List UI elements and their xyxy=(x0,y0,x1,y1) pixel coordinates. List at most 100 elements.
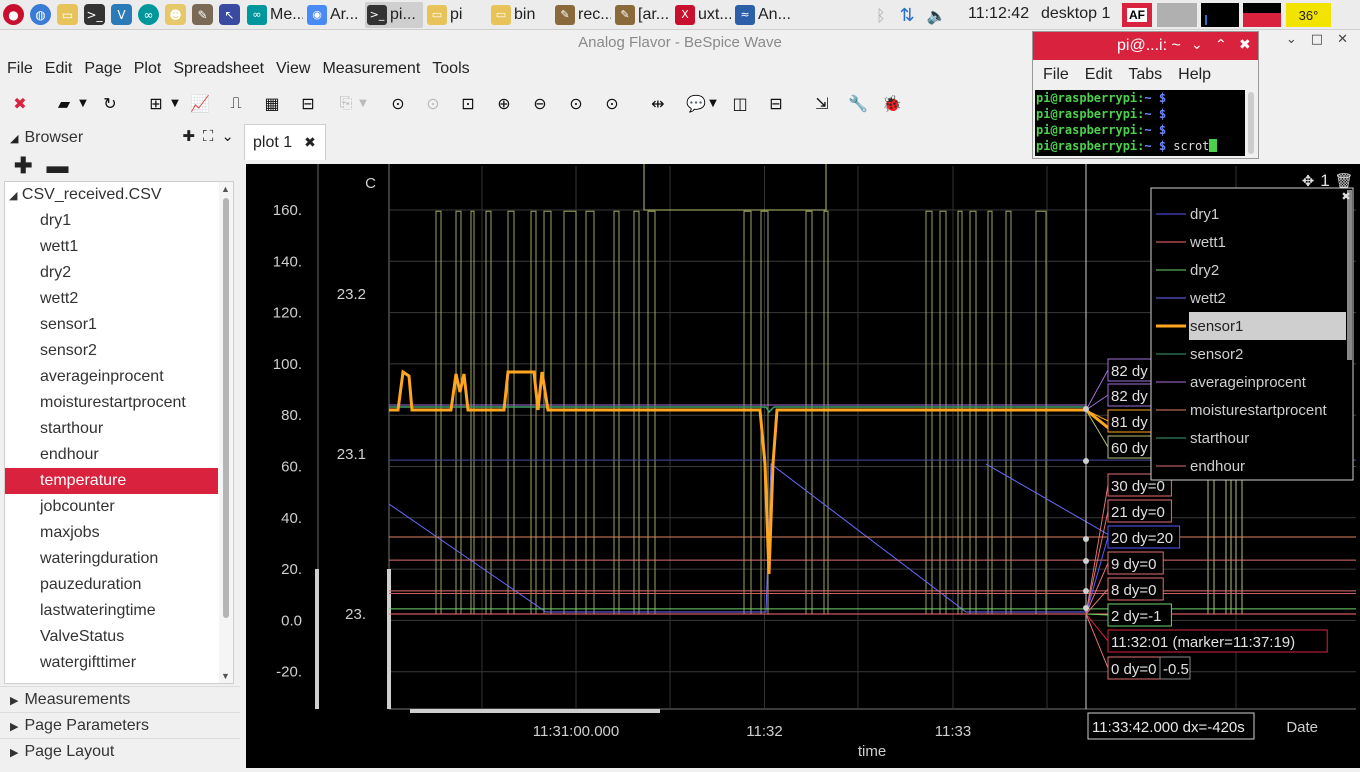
section-page-parameters[interactable]: ▶ Page Parameters xyxy=(0,712,240,738)
add-plot-icon[interactable]: ⊞ xyxy=(144,92,168,114)
fit-width-icon[interactable]: ⇹ xyxy=(646,92,670,114)
menu-spreadsheet[interactable]: Spreadsheet xyxy=(167,56,270,82)
tree-item-wett1[interactable]: wett1 xyxy=(5,234,218,260)
taskbar-task[interactable]: ▭ pi xyxy=(425,2,487,28)
dropdown-icon[interactable]: ▼ xyxy=(76,92,90,114)
screenshot-launcher[interactable]: ↖ xyxy=(217,2,242,28)
comment-icon[interactable]: 💬 xyxy=(684,92,708,114)
tree-item-endhour[interactable]: endhour xyxy=(5,442,218,468)
line-chart-icon[interactable]: 📈 xyxy=(188,92,212,114)
dropdown-icon[interactable]: ▼ xyxy=(706,92,720,114)
menu-page[interactable]: Page xyxy=(78,56,127,82)
pin-icon[interactable]: ✚ xyxy=(182,127,195,145)
reload-icon[interactable]: ↻ xyxy=(98,92,122,114)
tree-item-wateringduration[interactable]: wateringduration xyxy=(5,546,218,572)
menu-tools[interactable]: Tools xyxy=(426,56,475,82)
zoom-lock-icon[interactable]: ⊡ xyxy=(456,92,480,114)
export-icon[interactable]: ⇲ xyxy=(810,92,834,114)
terminal-launcher[interactable]: >_ xyxy=(82,2,107,28)
tree-item-watergifttimer[interactable]: watergifttimer xyxy=(5,650,218,676)
dropdown-icon[interactable]: ▼ xyxy=(168,92,182,114)
arduino-launcher[interactable]: ∞ xyxy=(136,2,161,28)
open-file-icon[interactable]: ▰ xyxy=(52,92,76,114)
tree-item-wett2[interactable]: wett2 xyxy=(5,286,218,312)
wrench-icon[interactable]: 🔧 xyxy=(846,92,870,114)
menu-plot[interactable]: Plot xyxy=(128,56,168,82)
plot-svg[interactable]: 160. 140. 120. 100. 80. 60. 40. 20. 0.0 -20. 23.2 2… xyxy=(246,164,1360,768)
clock[interactable]: 11:12:42 xyxy=(968,5,1029,23)
taskbar-task[interactable]: Xuxt... xyxy=(673,2,731,28)
collapse-icon[interactable]: ◢ xyxy=(10,132,18,145)
collapse-icon[interactable]: ◢ xyxy=(9,189,17,202)
desktop-switcher[interactable]: desktop 1 xyxy=(1041,5,1110,23)
close-tab-icon[interactable]: ✖ xyxy=(304,135,316,151)
step-chart-icon[interactable]: ⎍ xyxy=(224,92,248,114)
raspberry-menu-button[interactable]: ● xyxy=(1,2,26,28)
scroll-down-icon[interactable]: ▼ xyxy=(221,671,230,681)
taskbar-task[interactable]: ✎ rec... xyxy=(553,2,611,28)
taskbar-task[interactable]: ≈ An... xyxy=(733,2,791,28)
bar-chart-icon[interactable]: ▦ xyxy=(260,92,284,114)
taskbar-task[interactable]: ✎ [ar... xyxy=(613,2,671,28)
maximize-icon[interactable]: ⌃ xyxy=(1215,37,1227,53)
minimize-icon[interactable]: ⌄ xyxy=(1286,32,1297,47)
close-icon[interactable]: ✕ xyxy=(1337,32,1348,47)
terminal-menu-edit[interactable]: Edit xyxy=(1085,66,1113,84)
menu-measurement[interactable]: Measurement xyxy=(316,56,426,82)
terminal-menu-help[interactable]: Help xyxy=(1178,66,1211,84)
volume-icon[interactable]: 🔈 xyxy=(927,6,947,25)
files-launcher[interactable]: ▭ xyxy=(55,2,80,28)
zoom-in-icon[interactable]: ⊕ xyxy=(492,92,516,114)
browser-launcher[interactable]: ◍ xyxy=(28,2,53,28)
terminal-menu-tabs[interactable]: Tabs xyxy=(1128,66,1162,84)
table-icon[interactable]: ⊟ xyxy=(296,92,320,114)
af-badge[interactable]: AF xyxy=(1122,3,1152,27)
minimize-icon[interactable]: ⌄ xyxy=(1191,37,1203,53)
bug-icon[interactable]: 🐞 xyxy=(880,92,904,114)
tree-item-valvestatus[interactable]: ValveStatus xyxy=(5,624,218,650)
tree-item-dry1[interactable]: dry1 xyxy=(5,208,218,234)
terminal-menu-file[interactable]: File xyxy=(1043,66,1069,84)
tree-item-averageinprocent[interactable]: averageinprocent xyxy=(5,364,218,390)
taskbar-task[interactable]: ◉ Ar... xyxy=(305,2,363,28)
zoom-x-icon[interactable]: ⊙ xyxy=(564,92,588,114)
expand-icon[interactable]: ▶ xyxy=(10,747,18,759)
tree-item-lastwateringtime[interactable]: lastwateringtime xyxy=(5,598,218,624)
tree-item-pauzeduration[interactable]: pauzeduration xyxy=(5,572,218,598)
menu-edit[interactable]: Edit xyxy=(39,56,79,82)
zoom-out-icon[interactable]: ⊖ xyxy=(528,92,552,114)
scroll-up-icon[interactable]: ▲ xyxy=(221,184,230,194)
tree-item-jobcounter[interactable]: jobcounter xyxy=(5,494,218,520)
mascot-launcher[interactable]: ☻ xyxy=(163,2,188,28)
network-icon[interactable]: ⇅ xyxy=(900,5,915,26)
terminal-scrollbar[interactable] xyxy=(1248,92,1254,154)
tree-root[interactable]: ◢ CSV_received.CSV xyxy=(5,182,233,208)
tree-item-maxjobs[interactable]: maxjobs xyxy=(5,520,218,546)
maximize-icon[interactable]: □ xyxy=(1311,32,1323,47)
tree-item-starthour[interactable]: starthour xyxy=(5,416,218,442)
section-page-layout[interactable]: ▶ Page Layout xyxy=(0,738,240,764)
terminal-titlebar[interactable]: pi@...i: ~ ⌄ ⌃ ✖ xyxy=(1033,32,1258,60)
remove-icon[interactable]: ▬ xyxy=(46,153,68,179)
stop-icon[interactable]: ✖ xyxy=(8,92,32,114)
taskbar-task[interactable]: ▭ bin xyxy=(489,2,551,28)
chevron-down-icon[interactable]: ⌄ xyxy=(221,127,234,145)
taskbar-task[interactable]: >_ pi... xyxy=(365,1,423,28)
taskbar-task[interactable]: ∞ Me... xyxy=(245,2,303,28)
expand-icon[interactable]: ▶ xyxy=(10,695,18,707)
tree-item-sensor2[interactable]: sensor2 xyxy=(5,338,218,364)
tree-item-dry2[interactable]: dry2 xyxy=(5,260,218,286)
float-icon[interactable]: ⛶ xyxy=(203,127,214,145)
plot-canvas[interactable]: 160. 140. 120. 100. 80. 60. 40. 20. 0.0 -20. 23.2 2… xyxy=(246,164,1360,768)
x-axis-extent[interactable] xyxy=(410,709,660,713)
menu-view[interactable]: View xyxy=(270,56,316,82)
vnc-launcher[interactable]: V xyxy=(109,2,134,28)
zoom-y-icon[interactable]: ⊙ xyxy=(600,92,624,114)
zoom-fit-icon[interactable]: ⊙ xyxy=(386,92,410,114)
close-icon[interactable]: ✖ xyxy=(1239,37,1251,53)
bluetooth-icon[interactable]: ᛒ xyxy=(876,6,886,25)
add-icon[interactable]: ✚ xyxy=(14,153,32,179)
terminal-output[interactable]: pi@raspberrypi:~ $ pi@raspberrypi:~ $ pi@r… xyxy=(1035,90,1245,156)
tab-plot-1[interactable]: plot 1 ✖ xyxy=(244,124,326,160)
expand-icon[interactable]: ▶ xyxy=(10,721,18,733)
